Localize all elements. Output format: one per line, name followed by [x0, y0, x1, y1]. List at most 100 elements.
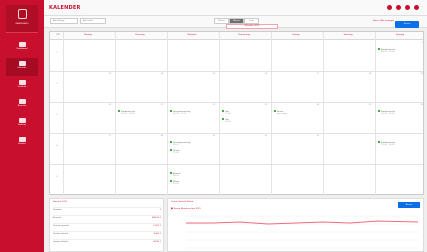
- calendar-grid: KW Montag Dienstag Mittwoch Donnerstag F…: [49, 31, 424, 196]
- customers-icon: [18, 137, 26, 142]
- sidebar-item-sales[interactable]: Verkäufe: [6, 77, 38, 95]
- day-header: Donnerstag: [238, 34, 250, 36]
- calendar-date: 27: [108, 135, 111, 137]
- sidebar-item-label: Kunden: [18, 143, 26, 145]
- header-icons: [387, 5, 419, 10]
- stat-row: Umsatz Vorjahr 4.183 €: [53, 239, 161, 245]
- sidebar-item-calendar[interactable]: Kalender: [6, 58, 38, 76]
- sidebar-item-customers[interactable]: Kunden: [6, 134, 38, 152]
- stat-value: 0: [159, 209, 161, 211]
- event-time: 14:00: [225, 121, 231, 123]
- page-title: KALENDER: [49, 5, 81, 11]
- stats-panel: Statistik 2019 Umsätze 0 Besuche 482,63 …: [49, 198, 164, 252]
- car-icon[interactable]: [405, 5, 410, 10]
- sales-icon: [18, 80, 26, 85]
- stat-row: Termine gesamt 2.093 €: [53, 223, 161, 229]
- dashboard-lower: Statistik 2019 Umsätze 0 Besuche 482,63 …: [49, 198, 424, 252]
- day-header: Sonntag: [395, 34, 405, 36]
- calendar-date: 19: [420, 73, 423, 75]
- main-content: KALENDER Alle Kollege Alle Läufe Monat W…: [44, 0, 427, 252]
- sidebar-item-visits[interactable]: Besuche: [6, 96, 38, 114]
- day-header: Samstag: [343, 34, 353, 36]
- calendar-date: 18: [368, 73, 371, 75]
- calendar-date: 24: [316, 104, 319, 106]
- stat-label: Besuche: [53, 217, 62, 219]
- stat-label: Termine gesamt: [53, 225, 70, 227]
- event-time: 13:00 - 14:00: [381, 144, 395, 146]
- colleague-select[interactable]: Alle Kollege: [50, 18, 78, 24]
- stat-label: Umsätze: [53, 209, 62, 211]
- brand-logo-icon: [18, 9, 27, 19]
- route-select[interactable]: Alle Läufe: [80, 18, 106, 24]
- calendar-date: 30: [264, 135, 267, 137]
- event-time: 13:00: [225, 113, 231, 115]
- calendar-date: 23: [264, 104, 267, 106]
- header: KALENDER: [44, 0, 427, 16]
- week-number: 3: [56, 114, 58, 116]
- new-event-button[interactable]: Neuen: [395, 21, 419, 28]
- stat-label: Umsatz Vorjahr: [53, 241, 69, 243]
- sidebar-item-label: Kalender: [17, 67, 27, 69]
- calendar-date: 25: [368, 104, 371, 106]
- day-header: Freitag: [292, 34, 300, 36]
- order-icon: [18, 118, 26, 123]
- chart-line: [186, 220, 419, 225]
- show-all-link[interactable]: Hinzu / Alle anzeigen: [373, 20, 394, 22]
- calendar-date: 22: [212, 104, 215, 106]
- week-number: 4: [56, 145, 58, 147]
- sidebar-item-dashboard[interactable]: Dashboard: [6, 39, 38, 57]
- chart-svg: [186, 215, 419, 249]
- day-header: Montag: [84, 34, 92, 36]
- sidebar-item-label: Dashboard: [16, 48, 28, 50]
- stat-label: Umsatz aktuell: [53, 233, 68, 235]
- event-time: ganztägig: [277, 113, 287, 115]
- calendar-date: 21: [160, 104, 163, 106]
- stat-row: Umsatz aktuell 3.000 €: [53, 231, 161, 237]
- sidebar-item-orders[interactable]: Auftrag: [6, 115, 38, 133]
- calendar-date: 28: [160, 135, 163, 137]
- event-time: 10:00: [173, 183, 179, 185]
- dashboard-icon: [18, 42, 26, 47]
- calendar-date: 31: [316, 135, 319, 137]
- day-header: Dienstag: [135, 34, 145, 36]
- calendar-date: 14: [160, 73, 163, 75]
- sidebar-item-label: Auftrag: [18, 124, 26, 126]
- event-time: 09:00 - 11:00: [173, 113, 187, 115]
- calendar-date: 16: [264, 73, 267, 75]
- week-number: 1: [56, 52, 58, 54]
- calendar-icon: [18, 61, 26, 66]
- visits-icon: [18, 99, 26, 104]
- calendar-date: 29: [212, 135, 215, 137]
- event-time: 15:00 - 16:00: [381, 113, 395, 115]
- event-time: 08:00 - 10:00: [381, 51, 395, 53]
- week-number: 2: [56, 83, 58, 85]
- stat-value: 3.000 €: [153, 233, 161, 235]
- stats-title: Statistik 2019: [53, 201, 67, 203]
- calendar-date: 20: [108, 104, 111, 106]
- sidebar: WARENHAUS Dashboard Kalender Verkäufe Be…: [0, 0, 44, 252]
- week-number: 5: [56, 176, 58, 178]
- calendar-date: 26: [420, 104, 423, 106]
- calendar-date: 17: [316, 73, 319, 75]
- sidebar-brand[interactable]: WARENHAUS: [6, 5, 38, 33]
- settings-icon[interactable]: [414, 5, 419, 10]
- calendar-date: 13: [108, 73, 111, 75]
- notification-icon[interactable]: [387, 5, 392, 10]
- event-time: 09:00: [173, 144, 179, 146]
- calendar-date: 15: [212, 73, 215, 75]
- stat-value: 2.093 €: [153, 225, 161, 227]
- calendar-date: 2: [421, 42, 423, 44]
- event-time: 10:00 - 12:00: [121, 113, 135, 115]
- sidebar-item-label: Besuche: [17, 105, 27, 107]
- date-selector[interactable]: Kalender 2019: [226, 24, 278, 29]
- calendar-header: KW Montag Dienstag Mittwoch Donnerstag F…: [50, 32, 423, 40]
- brand-name: WARENHAUS: [15, 23, 29, 25]
- event-time: 08:00: [173, 175, 179, 177]
- user-icon[interactable]: [396, 5, 401, 10]
- calendar-toolbar: Alle Kollege Alle Läufe Monat Woche List…: [44, 16, 427, 29]
- event-time: 11:00: [173, 152, 179, 154]
- monthly-chart: Termin Statistik Monat ■ Termin Monatsve…: [167, 198, 424, 252]
- day-header: Mittwoch: [187, 34, 197, 36]
- stat-value: 4.183 €: [153, 241, 161, 243]
- stat-row: Umsätze 0: [53, 207, 161, 213]
